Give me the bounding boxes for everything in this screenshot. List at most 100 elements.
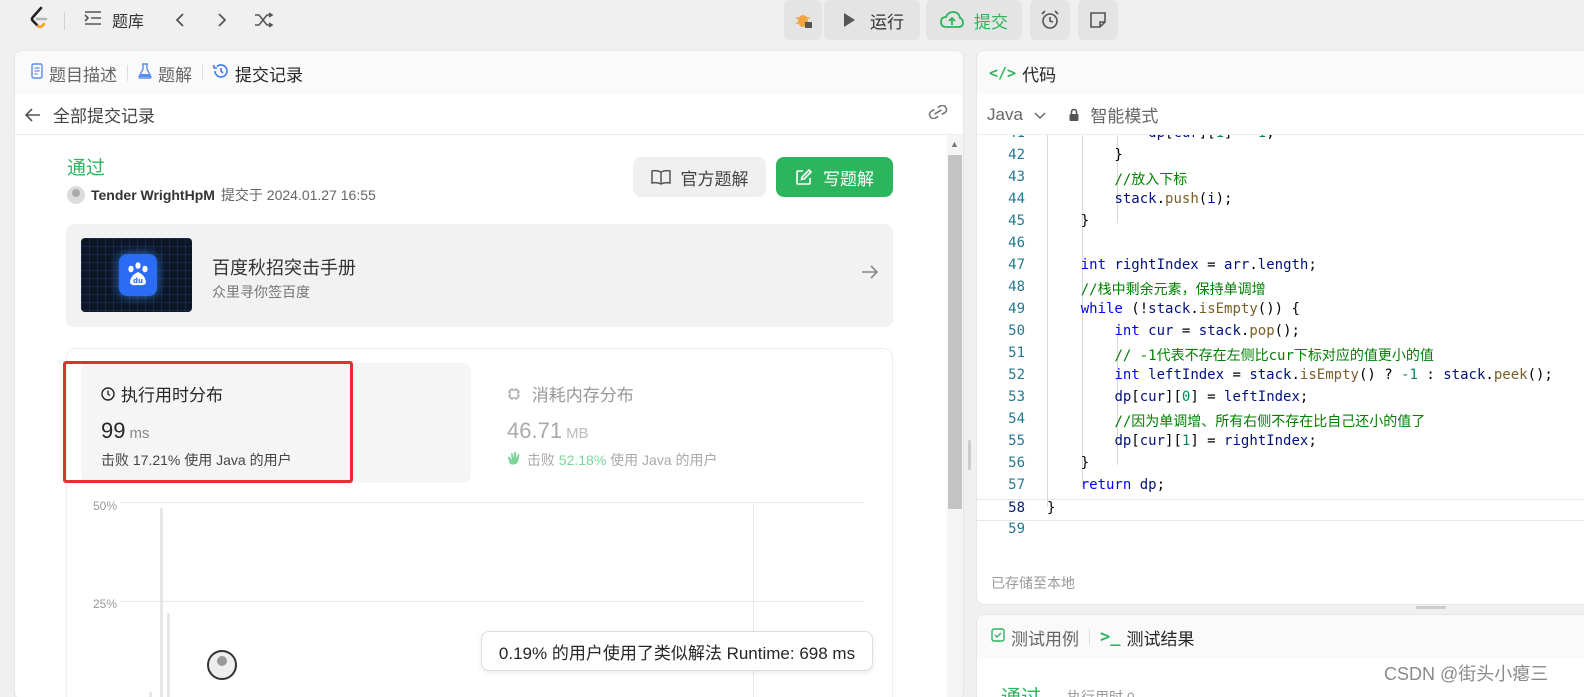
code-panel: </> 代码 Java 智能模式 41 dp[cur][1] = 1;42 }4… <box>976 50 1584 605</box>
line-number: 46 <box>1008 235 1025 251</box>
avatar <box>67 186 85 204</box>
tab-test-result[interactable]: >_ 测试结果 <box>1100 625 1194 650</box>
code-text: while (!stack.isEmpty()) { <box>1080 301 1300 317</box>
user-position-avatar[interactable] <box>207 650 237 680</box>
memory-number: 46.71 <box>507 418 563 443</box>
tab-divider <box>202 65 203 81</box>
run-label: 运行 <box>870 12 904 32</box>
code-line[interactable]: 47 int rightIndex = arr.length; <box>977 257 1584 279</box>
vertical-resize-handle[interactable] <box>1416 606 1446 609</box>
language-select[interactable]: Java <box>987 105 1046 125</box>
panel-resize-handle[interactable] <box>968 440 971 470</box>
tab-submissions[interactable]: 提交记录 <box>213 61 303 86</box>
run-button[interactable]: 运行 <box>824 0 920 40</box>
mode-select[interactable]: 智能模式 <box>1068 102 1158 127</box>
cloud-upload-icon <box>940 11 964 28</box>
back-to-submissions[interactable]: 全部提交记录 <box>15 95 963 135</box>
chevron-right-icon <box>218 13 227 27</box>
tab-divider <box>127 65 128 81</box>
code-line[interactable]: 57 return dp; <box>977 477 1584 499</box>
official-solution-label: 官方题解 <box>680 169 749 189</box>
code-line[interactable]: 59 <box>977 521 1584 543</box>
problem-bank-button[interactable]: 题库 <box>84 8 144 32</box>
tab-description-label: 题目描述 <box>49 65 117 85</box>
prev-problem-button[interactable] <box>174 8 186 32</box>
code-line[interactable]: 48 //栈中剩余元素，保持单调增 <box>977 279 1584 301</box>
memory-beat: 击败 52.18% 使用 Java 的用户 <box>507 450 718 470</box>
clap-icon <box>507 452 527 468</box>
line-number: 48 <box>1008 279 1025 295</box>
notes-button[interactable] <box>1078 0 1118 40</box>
code-line[interactable]: 45 } <box>977 213 1584 235</box>
username[interactable]: Tender WrightHpM <box>91 187 215 203</box>
line-number: 42 <box>1008 147 1025 163</box>
random-problem-button[interactable] <box>254 8 274 32</box>
code-line[interactable]: 50 int cur = stack.pop(); <box>977 323 1584 345</box>
lock-icon <box>1069 108 1079 121</box>
tab-description[interactable]: 题目描述 <box>31 61 117 86</box>
chart-bar[interactable] <box>160 508 163 697</box>
problem-bank-label: 题库 <box>112 14 145 31</box>
code-line[interactable]: 54 //因为单调增、所有右侧不存在比自己还小的值了 <box>977 411 1584 433</box>
official-solution-button[interactable]: 官方题解 <box>633 157 766 197</box>
book-icon <box>650 169 671 185</box>
code-toolbar: Java 智能模式 <box>977 95 1584 135</box>
code-text: } <box>1047 455 1090 471</box>
tab-solutions-label: 题解 <box>158 65 192 85</box>
highlight-annotation-box <box>63 361 353 483</box>
scrollbar-thumb[interactable] <box>948 155 962 509</box>
code-line[interactable]: 52 int leftIndex = stack.isEmpty() ? -1 … <box>977 367 1584 389</box>
terminal-icon: >_ <box>1100 627 1121 647</box>
memory-beat-pct: 52.18% <box>558 452 607 468</box>
code-line[interactable]: 56 } <box>977 455 1584 477</box>
left-tabs: 题目描述 题解 提交记录 <box>15 51 963 95</box>
submission-meta: Tender WrightHpM 提交于 2024.01.27 16:55 <box>67 185 376 205</box>
banner-title: 百度秋招突击手册 <box>212 258 356 278</box>
chart-gridline <box>121 601 863 602</box>
code-text: } <box>1047 213 1090 229</box>
debug-button[interactable] <box>784 0 822 40</box>
chart-bar[interactable] <box>167 612 170 697</box>
code-line[interactable]: 53 dp[cur][0] = leftIndex; <box>977 389 1584 411</box>
tab-solutions[interactable]: 题解 <box>138 61 192 86</box>
line-number: 49 <box>1008 301 1025 317</box>
code-line[interactable]: 55 dp[cur][1] = rightIndex; <box>977 433 1584 455</box>
code-line[interactable]: 58} <box>977 499 1584 521</box>
scroll-up-arrow-icon[interactable]: ▲ <box>950 139 959 149</box>
svg-text:du: du <box>133 277 143 285</box>
submit-button[interactable]: 提交 <box>926 0 1022 40</box>
line-number: 51 <box>1008 345 1025 361</box>
code-title: 代码 <box>1022 65 1057 85</box>
line-number: 45 <box>1008 213 1025 229</box>
chart-bar[interactable] <box>149 692 152 697</box>
code-line[interactable]: 46 <box>977 235 1584 257</box>
timer-button[interactable] <box>1030 0 1070 40</box>
result-status: 通过 <box>1001 681 1041 697</box>
code-line[interactable]: 41 dp[cur][1] = 1; <box>977 135 1584 147</box>
code-line[interactable]: 44 stack.push(i); <box>977 191 1584 213</box>
line-number: 44 <box>1008 191 1025 207</box>
flask-icon <box>138 63 152 83</box>
write-solution-button[interactable]: 写题解 <box>776 157 893 197</box>
watermark: CSDN @街头小瘪三 <box>1384 664 1549 684</box>
tab-testcase[interactable]: 测试用例 <box>991 625 1079 650</box>
code-text: int rightIndex = arr.length; <box>1080 257 1317 273</box>
code-line[interactable]: 43 //放入下标 <box>977 169 1584 191</box>
memory-title[interactable]: 消耗内存分布 <box>507 381 634 406</box>
bug-icon <box>796 15 812 28</box>
leetcode-logo-icon[interactable] <box>28 6 50 32</box>
next-problem-button[interactable] <box>216 8 228 32</box>
code-line[interactable]: 49 while (!stack.isEmpty()) { <box>977 301 1584 323</box>
top-bar: 题库 运行 提交 <box>0 0 1584 40</box>
chevron-down-icon <box>1034 111 1046 119</box>
result-runtime: 执行用时 0 <box>1067 689 1135 697</box>
checkbox-icon <box>991 627 1005 647</box>
promo-banner[interactable]: du 百度秋招突击手册 众里寻你签百度 <box>66 224 893 327</box>
arrow-right-icon <box>861 262 879 285</box>
code-line[interactable]: 42 } <box>977 147 1584 169</box>
arrow-left-icon <box>25 107 40 122</box>
code-line[interactable]: 51 // -1代表不存在左侧比cur下标对应的值更小的值 <box>977 345 1584 367</box>
code-text: dp[cur][0] = leftIndex; <box>1114 389 1309 405</box>
code-editor[interactable]: 41 dp[cur][1] = 1;42 }43 //放入下标44 stack.… <box>977 135 1584 555</box>
link-icon[interactable] <box>927 104 949 124</box>
